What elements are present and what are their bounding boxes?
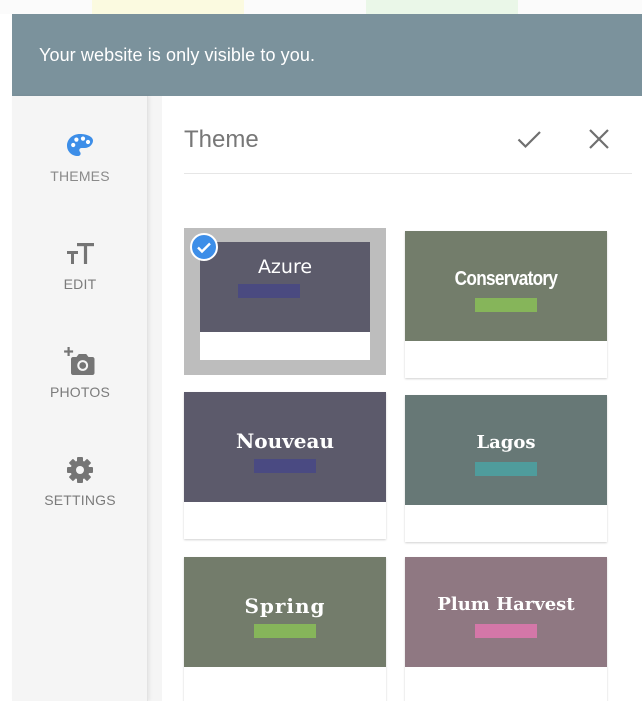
theme-swatch — [475, 624, 537, 638]
check-icon — [517, 131, 541, 149]
sidebar-item-label: EDIT — [63, 276, 97, 292]
theme-name: Lagos — [476, 432, 536, 453]
confirm-button[interactable] — [514, 124, 544, 154]
close-button[interactable] — [584, 124, 614, 154]
check-icon — [197, 242, 211, 254]
top-strip-yellow — [92, 0, 244, 14]
sidebar-item-edit[interactable]: EDIT — [12, 238, 148, 318]
sidebar-item-photos[interactable]: PHOTOS — [12, 346, 148, 426]
sidebar-item-label: SETTINGS — [44, 492, 116, 508]
selected-check-badge — [190, 233, 218, 261]
theme-card-azure[interactable]: Azure — [184, 228, 386, 375]
sidebar-item-themes[interactable]: THEMES — [12, 130, 148, 210]
theme-name: Azure — [257, 256, 313, 278]
panel-header: Theme — [184, 96, 632, 174]
sidebar: THEMES EDIT PHOTOS SETTINGS — [12, 96, 148, 701]
add-photo-icon — [64, 347, 95, 375]
gear-icon — [67, 457, 93, 483]
theme-card-footer — [200, 332, 370, 360]
panel-title: Theme — [184, 126, 259, 153]
visibility-banner: Your website is only visible to you. — [12, 14, 642, 96]
theme-name: Conservatory — [454, 268, 558, 290]
close-icon — [589, 129, 609, 149]
top-strip-green — [366, 0, 518, 14]
theme-card-nouveau[interactable]: Nouveau — [184, 392, 386, 539]
palette-icon — [67, 134, 93, 156]
theme-swatch — [254, 459, 316, 473]
theme-card-spring[interactable]: Spring — [184, 557, 386, 701]
theme-swatch — [254, 624, 316, 638]
sidebar-item-label: PHOTOS — [49, 384, 111, 400]
editor-shell: THEMES EDIT PHOTOS SETTINGS Theme Azure … — [12, 96, 642, 701]
theme-name: Spring — [244, 594, 326, 618]
theme-panel: Theme Azure Conservatory Nouveau Lagos S… — [162, 96, 642, 701]
theme-card-lagos[interactable]: Lagos — [405, 395, 607, 542]
theme-card-plum-harvest[interactable]: Plum Harvest — [405, 557, 607, 701]
theme-swatch — [475, 298, 537, 312]
theme-card-conservatory[interactable]: Conservatory — [405, 231, 607, 378]
theme-swatch — [475, 462, 537, 476]
theme-swatch — [238, 284, 300, 298]
top-strip — [0, 0, 642, 14]
sidebar-item-settings[interactable]: SETTINGS — [12, 454, 148, 534]
banner-text: Your website is only visible to you. — [39, 44, 316, 65]
theme-name: Plum Harvest — [437, 594, 575, 615]
text-size-icon — [67, 243, 94, 264]
theme-name: Nouveau — [235, 429, 334, 453]
sidebar-item-label: THEMES — [50, 168, 110, 184]
